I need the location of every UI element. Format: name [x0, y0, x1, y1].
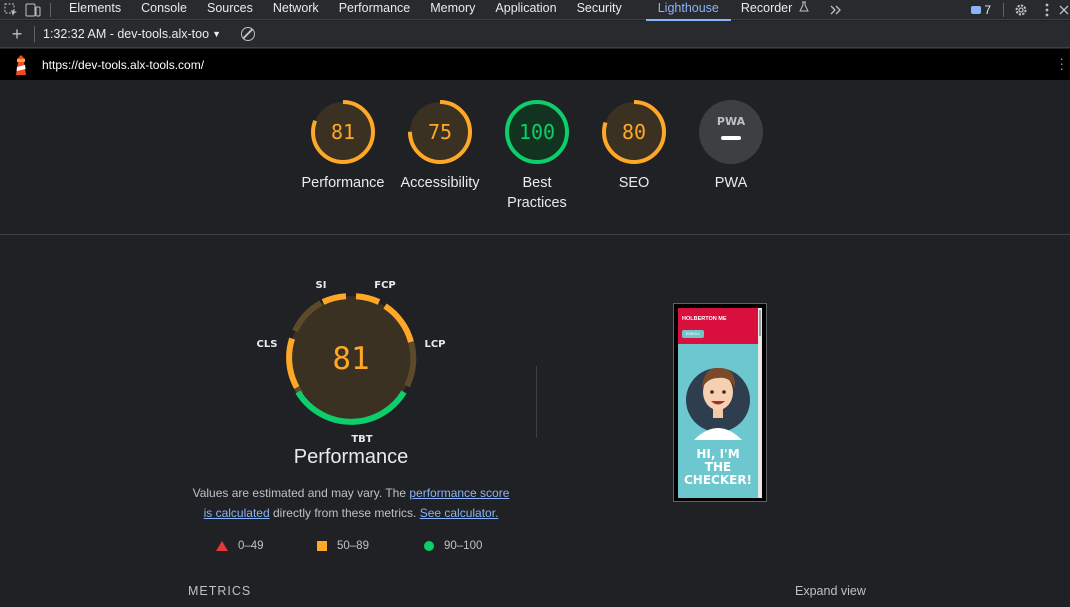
legend-fail: 0–49	[216, 540, 317, 552]
gauge-pwa[interactable]: PWA PWA	[681, 99, 781, 193]
tab-recorder[interactable]: Recorder	[731, 0, 813, 20]
report-url[interactable]: https://dev-tools.alx-tools.com/	[42, 58, 204, 72]
gauge-accessibility-score: 75	[428, 120, 452, 144]
screenshot-button: ENROLL	[682, 330, 705, 338]
more-tabs-icon[interactable]	[825, 0, 847, 20]
close-icon[interactable]	[1058, 0, 1070, 20]
flask-icon	[798, 0, 809, 16]
pwa-badge-icon: PWA	[699, 100, 763, 164]
devtools-tab-bar: Elements Console Sources Network Perform…	[0, 0, 1070, 21]
gauge-performance-score: 81	[331, 120, 355, 144]
category-scores: 81 Performance 75 Accessibility 100 Best…	[0, 80, 1070, 235]
legend-average: 50–89	[317, 540, 424, 552]
caret-down-icon: ▼	[212, 29, 221, 39]
kebab-menu-icon[interactable]	[1036, 0, 1058, 20]
tab-elements[interactable]: Elements	[59, 0, 131, 20]
performance-section: SI FCP LCP CLS TBT 81 Performance Values…	[0, 236, 1070, 607]
tab-sources[interactable]: Sources	[197, 0, 263, 20]
gauge-seo-ring: 80	[602, 100, 666, 164]
gauge-accessibility-ring: 75	[408, 100, 472, 164]
report-url-bar: https://dev-tools.alx-tools.com/ · · ·	[0, 49, 1070, 80]
tab-performance[interactable]: Performance	[329, 0, 421, 20]
tab-application[interactable]: Application	[485, 0, 566, 20]
legend-fail-range: 0–49	[238, 540, 264, 552]
legend-pass: 90–100	[424, 540, 482, 552]
metric-label-cls: CLS	[257, 339, 278, 350]
gauge-accessibility-label: Accessibility	[400, 175, 480, 191]
square-icon	[317, 541, 327, 551]
gauge-seo-label: SEO	[618, 175, 650, 191]
tab-console[interactable]: Console	[131, 0, 197, 20]
screenshot-header: HOLBERTON ME ENROLL	[678, 308, 762, 344]
metric-label-tbt: TBT	[351, 434, 372, 445]
is-calculated-link[interactable]: is calculated	[204, 506, 270, 520]
metrics-heading: METRICS	[188, 584, 252, 598]
performance-description: Values are estimated and may vary. The p…	[176, 483, 526, 523]
tab-network[interactable]: Network	[263, 0, 329, 20]
screenshot-hero-text: HI, I'M THE CHECKER!	[678, 448, 758, 487]
toolbar-divider	[50, 2, 51, 17]
final-screenshot[interactable]: HOLBERTON ME ENROLL HI, I'M THE CHECKER!	[673, 303, 767, 502]
performance-score-link[interactable]: performance score	[409, 486, 509, 500]
triangle-icon	[216, 541, 228, 551]
screenshot-scrollbar	[758, 308, 762, 498]
issues-badge[interactable]: 7	[971, 3, 991, 17]
gauge-best-practices-label: Best Practices	[487, 173, 587, 213]
hero-line-2: THE	[704, 460, 732, 474]
tab-security[interactable]: Security	[567, 0, 632, 20]
lighthouse-toolbar: + 1:32:32 AM - dev-tools.alx-too ▼	[0, 21, 1070, 48]
performance-metric-gauge: SI FCP LCP CLS TBT 81	[251, 276, 451, 446]
gauge-best-practices-ring: 100	[505, 100, 569, 164]
gauge-performance-ring: 81	[311, 100, 375, 164]
performance-big-score: 81	[332, 341, 369, 377]
tab-recorder-label: Recorder	[740, 0, 793, 15]
gauge-best-practices-label-line1: Best	[522, 175, 552, 191]
gauge-accessibility[interactable]: 75 Accessibility	[390, 99, 490, 193]
inspect-icon[interactable]	[0, 0, 22, 20]
screenshot-brand: HOLBERTON ME	[682, 316, 727, 322]
circle-icon	[424, 541, 434, 551]
legend-average-range: 50–89	[337, 540, 369, 552]
issues-icon	[971, 6, 982, 14]
score-scale-legend: 0–49 50–89 90–100	[216, 540, 482, 552]
gauge-best-practices[interactable]: 100 Best Practices	[487, 99, 587, 213]
desc-middle: directly from these metrics.	[269, 506, 420, 520]
report-select-value: 1:32:32 AM - dev-tools.alx-too	[43, 27, 210, 41]
url-menu-icon[interactable]: · · ·	[1059, 51, 1064, 75]
toolbar-divider	[1003, 3, 1004, 17]
gauge-performance[interactable]: 81 Performance	[293, 99, 393, 193]
tab-memory[interactable]: Memory	[420, 0, 485, 20]
device-toolbar-icon[interactable]	[22, 0, 44, 20]
gauge-seo-score: 80	[622, 120, 646, 144]
clear-icon[interactable]	[240, 27, 255, 41]
performance-title: Performance	[293, 446, 409, 468]
gauge-pwa-label: PWA	[714, 175, 748, 191]
legend-pass-range: 90–100	[444, 540, 483, 552]
tab-lighthouse[interactable]: Lighthouse	[645, 0, 732, 21]
hero-line-3: CHECKER!	[683, 473, 753, 487]
checker-avatar-icon	[686, 367, 750, 440]
lighthouse-logo-icon	[0, 54, 42, 75]
gauge-best-practices-label-line2: Practices	[507, 195, 567, 211]
gauge-best-practices-score: 100	[519, 120, 555, 144]
gear-icon[interactable]	[1010, 0, 1032, 20]
metric-label-fcp: FCP	[374, 280, 396, 291]
pwa-badge-text: PWA	[717, 115, 746, 128]
gauge-seo[interactable]: 80 SEO	[584, 99, 684, 193]
report-select[interactable]: 1:32:32 AM - dev-tools.alx-too ▼	[43, 27, 221, 41]
toolbar-divider	[34, 26, 35, 42]
gauge-performance-label: Performance	[301, 175, 385, 191]
metric-label-si: SI	[316, 280, 327, 291]
plus-icon[interactable]: +	[0, 24, 34, 45]
expand-view-toggle[interactable]: Expand view	[795, 584, 866, 598]
hero-line-1: HI, I'M	[696, 447, 740, 461]
screenshot-page: HOLBERTON ME ENROLL HI, I'M THE CHECKER!	[678, 308, 762, 498]
issues-count: 7	[984, 3, 991, 17]
metric-label-lcp: LCP	[424, 339, 445, 350]
see-calculator-link[interactable]: See calculator.	[420, 506, 499, 520]
tabbar-right-actions: 7	[971, 0, 1070, 20]
section-divider	[536, 366, 537, 438]
desc-prefix: Values are estimated and may vary. The	[192, 486, 410, 500]
